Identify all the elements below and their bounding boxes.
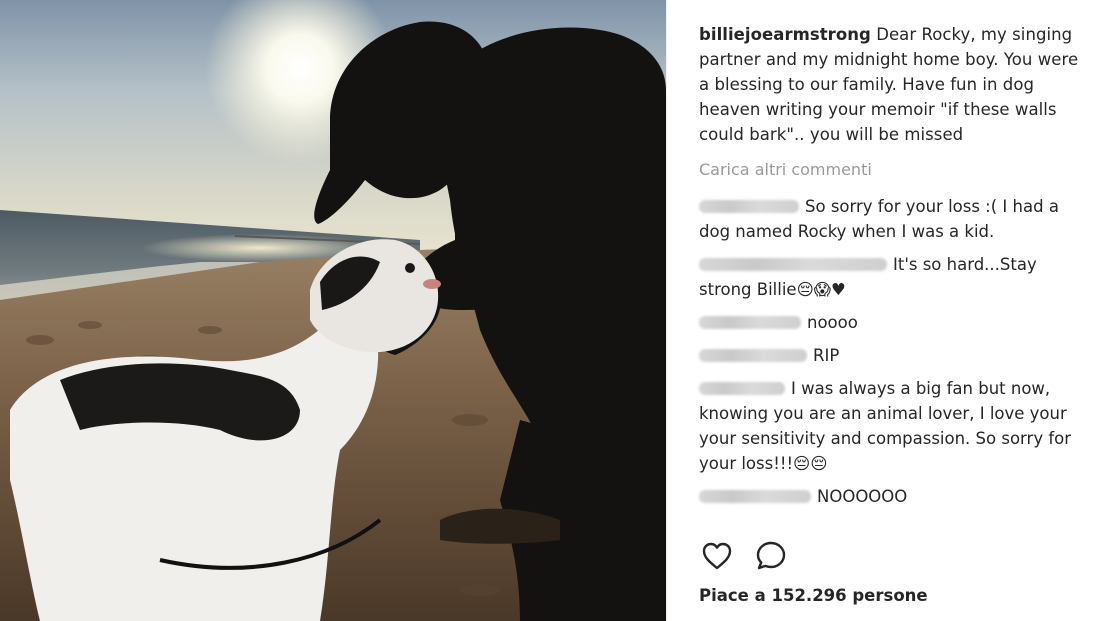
comment-text: noooo bbox=[807, 313, 858, 332]
comments-list: So sorry for your loss :( I had a dog na… bbox=[699, 194, 1077, 517]
comment-button[interactable] bbox=[753, 538, 789, 574]
post-actions bbox=[699, 538, 789, 574]
like-button[interactable] bbox=[699, 538, 735, 574]
comment-item: noooo bbox=[699, 310, 1077, 335]
blurred-commenter-username[interactable] bbox=[699, 258, 887, 271]
comment-item: So sorry for your loss :( I had a dog na… bbox=[699, 194, 1077, 244]
post-caption: billiejoearmstrong Dear Rocky, my singin… bbox=[699, 22, 1079, 147]
blurred-commenter-username[interactable] bbox=[699, 316, 801, 329]
comment-item: RIP bbox=[699, 343, 1077, 368]
blurred-commenter-username[interactable] bbox=[699, 490, 811, 503]
beach-photo-man-with-dog bbox=[0, 0, 666, 621]
comment-text: NOOOOOO bbox=[817, 487, 908, 506]
blurred-commenter-username[interactable] bbox=[699, 200, 799, 213]
post-side-panel: billiejoearmstrong Dear Rocky, my singin… bbox=[666, 0, 1104, 621]
comment-text: RIP bbox=[813, 346, 840, 365]
speech-bubble-icon bbox=[756, 541, 786, 570]
heart-outline-icon bbox=[702, 542, 732, 570]
load-more-comments-link[interactable]: Carica altri commenti bbox=[699, 158, 872, 182]
instagram-post: billiejoearmstrong Dear Rocky, my singin… bbox=[0, 0, 1104, 621]
blurred-commenter-username[interactable] bbox=[699, 349, 807, 362]
blurred-commenter-username[interactable] bbox=[699, 382, 785, 395]
comment-item: It's so hard...Stay strong Billie😔😱♥ bbox=[699, 252, 1077, 302]
post-photo[interactable] bbox=[0, 0, 666, 621]
likes-count[interactable]: Piace a 152.296 persone bbox=[699, 583, 928, 608]
author-username[interactable]: billiejoearmstrong bbox=[699, 25, 871, 44]
comment-item: NOOOOOO bbox=[699, 484, 1077, 509]
comment-item: I was always a big fan but now, knowing … bbox=[699, 376, 1077, 476]
